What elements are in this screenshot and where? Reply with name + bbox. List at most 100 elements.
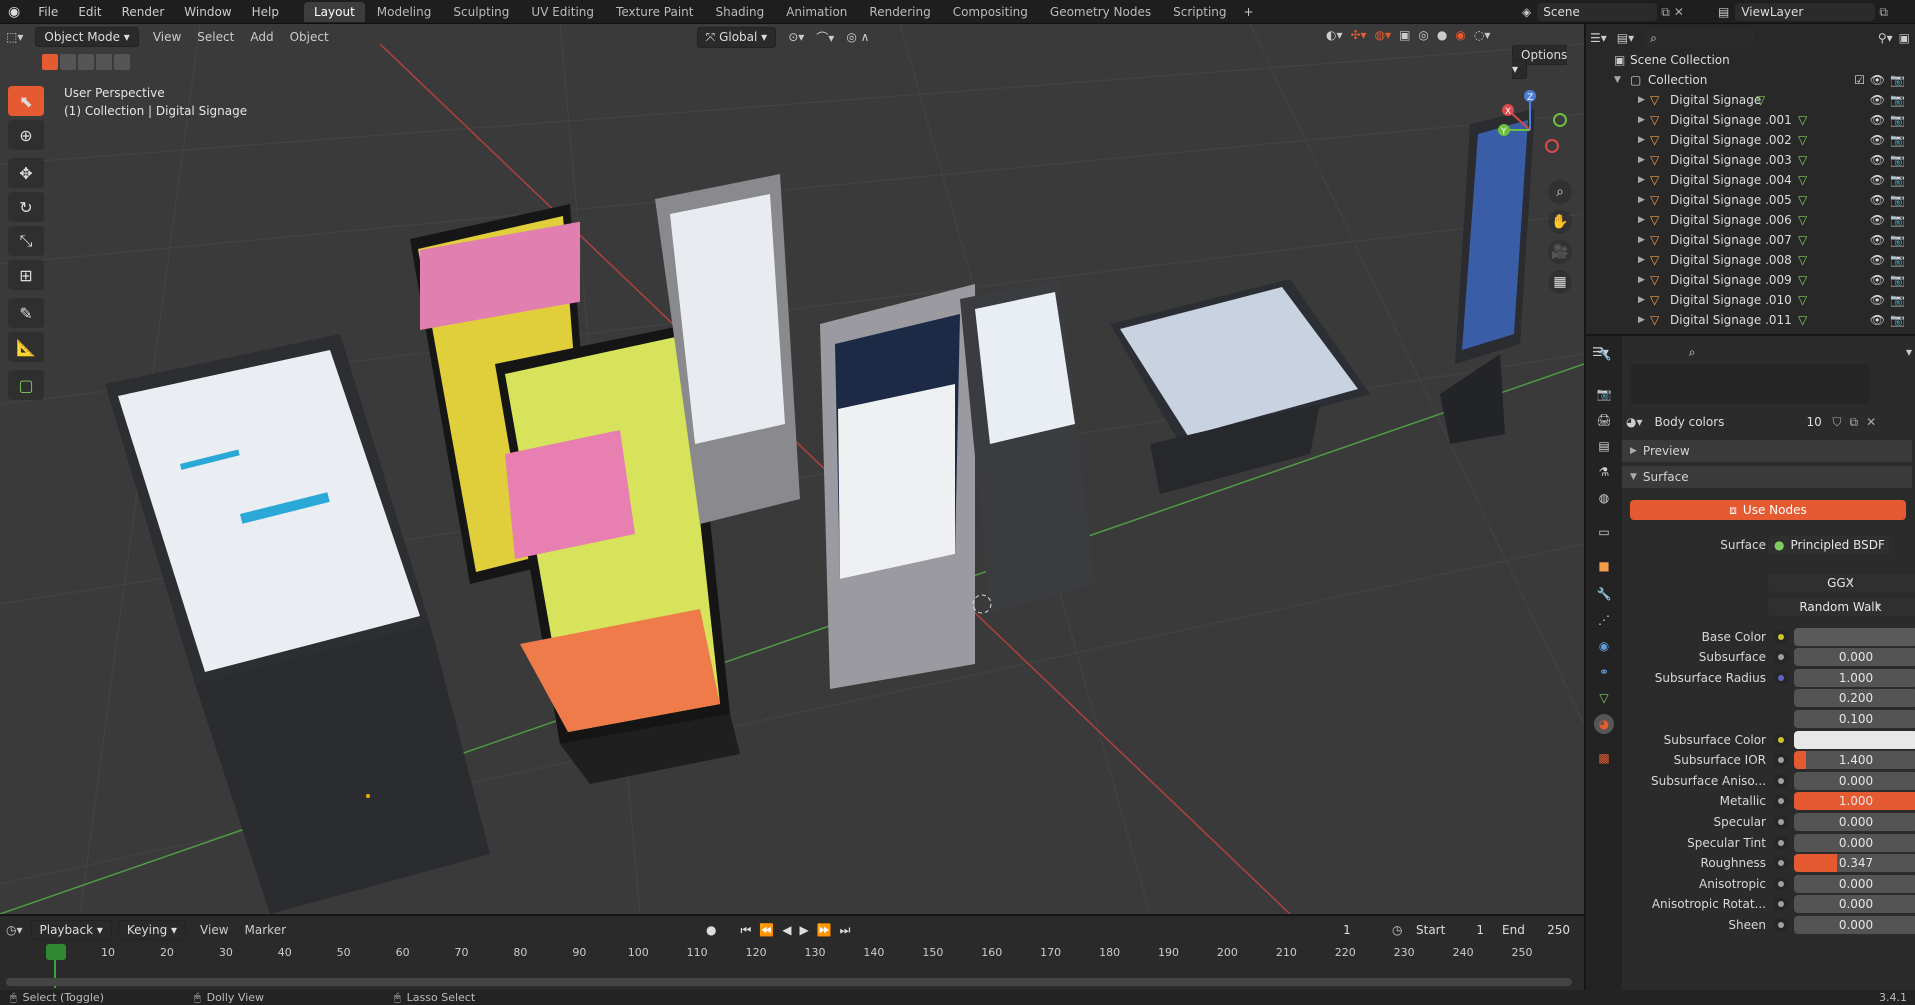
clock-icon[interactable]: ◷ [1392,923,1402,937]
expand-icon[interactable]: ▶ [1638,175,1645,185]
unlink-material-icon[interactable]: ✕ [1866,415,1876,429]
outliner-object-row[interactable]: ▶ ▽ Digital Signage .001 ▽ 👁 📷 [1586,110,1915,130]
data-tab-icon[interactable]: ▽ [1594,688,1614,708]
render-camera-icon[interactable]: 📷 [1890,253,1905,267]
mesh-data-icon[interactable]: ▽ [1798,153,1807,167]
material-shading-icon[interactable]: ◉ [1455,28,1465,42]
render-camera-icon[interactable]: 📷 [1890,273,1905,287]
value-slider[interactable]: 1.000 [1794,792,1915,811]
menu-help[interactable]: Help [242,5,289,19]
outliner-object-row[interactable]: ▶ ▽ Digital Signage .008 ▽ 👁 📷 [1586,250,1915,270]
workspace-tab-sculpting[interactable]: Sculpting [443,2,519,22]
timeline-editor-icon[interactable]: ◷▾ [6,923,23,937]
mesh-data-icon[interactable]: ▽ [1798,313,1807,327]
expand-icon[interactable]: ▶ [1638,255,1645,265]
render-camera-icon[interactable]: 📷 [1890,153,1905,167]
mesh-data-icon[interactable]: ▽ [1756,93,1765,107]
current-frame-field[interactable]: 1 [1312,921,1382,939]
mesh-data-icon[interactable]: ▽ [1798,193,1807,207]
socket-icon[interactable] [1774,856,1788,871]
duplicate-material-icon[interactable]: ⧉ [1850,415,1859,430]
cursor-tool[interactable]: ⊕ [8,120,44,150]
value-slider[interactable]: 0.200 [1794,689,1915,708]
wireframe-shading-icon[interactable]: ◎ [1418,28,1428,42]
mesh-data-icon[interactable]: ▽ [1798,273,1807,287]
value-slider[interactable]: 1.000 [1794,668,1915,687]
subsurface-method-dropdown[interactable]: Random Walk ▾ [1768,597,1915,616]
outliner-object-row[interactable]: ▶ ▽ Digital Signage .003 ▽ 👁 📷 [1586,150,1915,170]
props-editor-type-icon[interactable]: ☰▾ [1592,345,1609,359]
mesh-data-icon[interactable]: ▽ [1798,253,1807,267]
timeline-panel[interactable]: ◷▾ Playback ▾ Keying ▾ View Marker ● ⏮ ⏪… [0,914,1584,990]
workspace-tab-geometry-nodes[interactable]: Geometry Nodes [1040,2,1161,22]
xray-icon[interactable]: ▣ [1399,28,1410,42]
display-mode-icon[interactable]: ▤▾ [1617,31,1634,45]
editor-type-icon[interactable]: ⬚▾ [6,30,23,44]
expand-icon[interactable]: ▶ [1638,315,1645,325]
outliner-scene-collection[interactable]: ▣ Scene Collection [1586,50,1915,70]
expand-icon[interactable]: ▼ [1614,75,1621,85]
select-extend-icon[interactable] [60,54,76,70]
keying-menu[interactable]: Keying ▾ [117,920,187,940]
surface-section-header[interactable]: ▼ Surface [1622,466,1912,488]
blender-logo-icon[interactable]: ◉ [0,4,28,20]
socket-icon[interactable] [1774,629,1788,644]
color-swatch[interactable] [1794,730,1915,749]
workspace-tab-modeling[interactable]: Modeling [367,2,442,22]
expand-icon[interactable]: ▶ [1638,115,1645,125]
next-keyframe-icon[interactable]: ⏩ [817,923,832,938]
visibility-eye-icon[interactable]: 👁 [1870,73,1885,87]
render-camera-icon[interactable]: 📷 [1890,193,1905,207]
expand-icon[interactable]: ▶ [1638,215,1645,225]
select-subtract-icon[interactable] [78,54,94,70]
viewport-menu-add[interactable]: Add [242,28,281,46]
socket-icon[interactable] [1774,794,1788,809]
outliner-object-row[interactable]: ▶ ▽ Digital Signage ▽ 👁 📷 [1586,90,1915,110]
value-slider[interactable]: 0.100 [1794,709,1915,728]
playback-menu[interactable]: Playback ▾ [30,920,112,940]
outliner-object-row[interactable]: ▶ ▽ Digital Signage .011 ▽ 👁 📷 [1586,310,1915,330]
menu-window[interactable]: Window [174,5,241,19]
timeline-view-menu[interactable]: View [192,921,236,939]
world-tab-icon[interactable]: ◍ [1594,488,1614,508]
outliner-object-row[interactable]: ▶ ▽ Digital Signage .006 ▽ 👁 📷 [1586,210,1915,230]
record-icon[interactable]: ● [706,923,716,938]
visibility-eye-icon[interactable]: 👁 [1870,173,1885,187]
filter-icon[interactable]: ⚲▾ [1878,31,1893,45]
perspective-toggle-icon[interactable]: ▦ [1548,270,1572,294]
socket-icon[interactable] [1774,650,1788,665]
menu-render[interactable]: Render [112,5,175,19]
collection-tab-icon[interactable]: ▭ [1594,522,1614,542]
workspace-tab-shading[interactable]: Shading [705,2,774,22]
render-camera-icon[interactable]: 📷 [1890,93,1905,107]
mesh-data-icon[interactable]: ▽ [1798,133,1807,147]
particles-tab-icon[interactable]: ⋰ [1594,610,1614,630]
proportional-icon[interactable]: ◎ ∧ [846,30,869,44]
use-nodes-button[interactable]: ⧈ Use Nodes [1630,500,1906,520]
select-new-icon[interactable] [42,54,58,70]
render-camera-icon[interactable]: 📷 [1890,213,1905,227]
socket-icon[interactable] [1774,732,1788,747]
socket-icon[interactable] [1774,917,1788,932]
menu-edit[interactable]: Edit [68,5,111,19]
solid-shading-icon[interactable]: ● [1437,28,1447,42]
expand-icon[interactable]: ▶ [1638,275,1645,285]
render-camera-icon[interactable]: 📷 [1890,113,1905,127]
preview-section-header[interactable]: ▶ Preview [1622,440,1912,462]
play-icon[interactable]: ▶ [799,923,808,938]
value-slider[interactable]: 0.000 [1794,833,1915,852]
object-tab-icon[interactable]: ■ [1594,556,1614,576]
socket-icon[interactable] [1774,835,1788,850]
navigation-gizmo[interactable]: Z X Y [1490,90,1570,170]
mesh-data-icon[interactable]: ▽ [1798,233,1807,247]
scale-tool[interactable]: ⤡ [8,226,44,256]
overlay-icon[interactable]: ◍▾ [1375,28,1392,42]
socket-icon[interactable] [1774,773,1788,788]
gizmo-icon[interactable]: ✣▾ [1351,28,1367,42]
visibility-eye-icon[interactable]: 👁 [1870,253,1885,267]
constraints-tab-icon[interactable]: ⚭ [1594,662,1614,682]
visibility-eye-icon[interactable]: 👁 [1870,273,1885,287]
expand-icon[interactable]: ▶ [1638,95,1645,105]
visibility-icon[interactable]: ◐▾ [1326,28,1343,42]
visibility-eye-icon[interactable]: 👁 [1870,233,1885,247]
